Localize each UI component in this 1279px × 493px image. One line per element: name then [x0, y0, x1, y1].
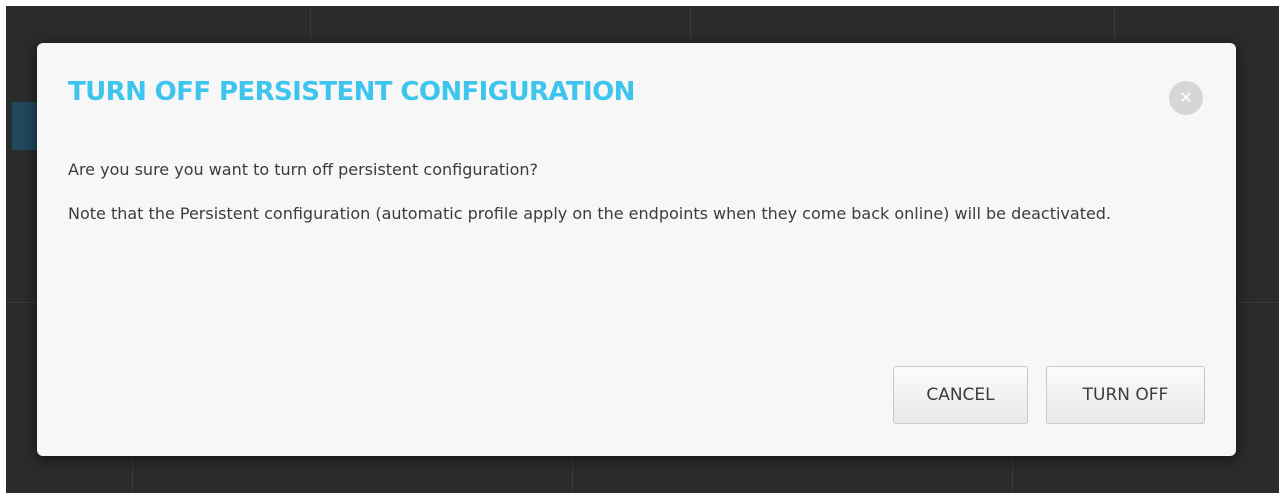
background-grid-line	[690, 6, 691, 46]
dialog-note: Note that the Persistent configuration (…	[68, 204, 1112, 223]
dialog-body: Are you sure you want to turn off persis…	[68, 155, 1198, 229]
turn-off-button[interactable]: TURN OFF	[1046, 366, 1205, 424]
background-grid-line	[572, 456, 573, 493]
cancel-button[interactable]: CANCEL	[893, 366, 1028, 424]
background-grid-line	[1114, 6, 1115, 46]
background-grid-line	[1012, 456, 1013, 493]
confirmation-dialog: TURN OFF PERSISTENT CONFIGURATION ✕ Are …	[37, 43, 1236, 456]
background-grid-line	[310, 6, 311, 46]
background-grid-line	[132, 456, 133, 493]
close-icon[interactable]: ✕	[1169, 81, 1203, 115]
dialog-title: TURN OFF PERSISTENT CONFIGURATION	[68, 77, 635, 107]
dialog-question: Are you sure you want to turn off persis…	[68, 160, 539, 179]
